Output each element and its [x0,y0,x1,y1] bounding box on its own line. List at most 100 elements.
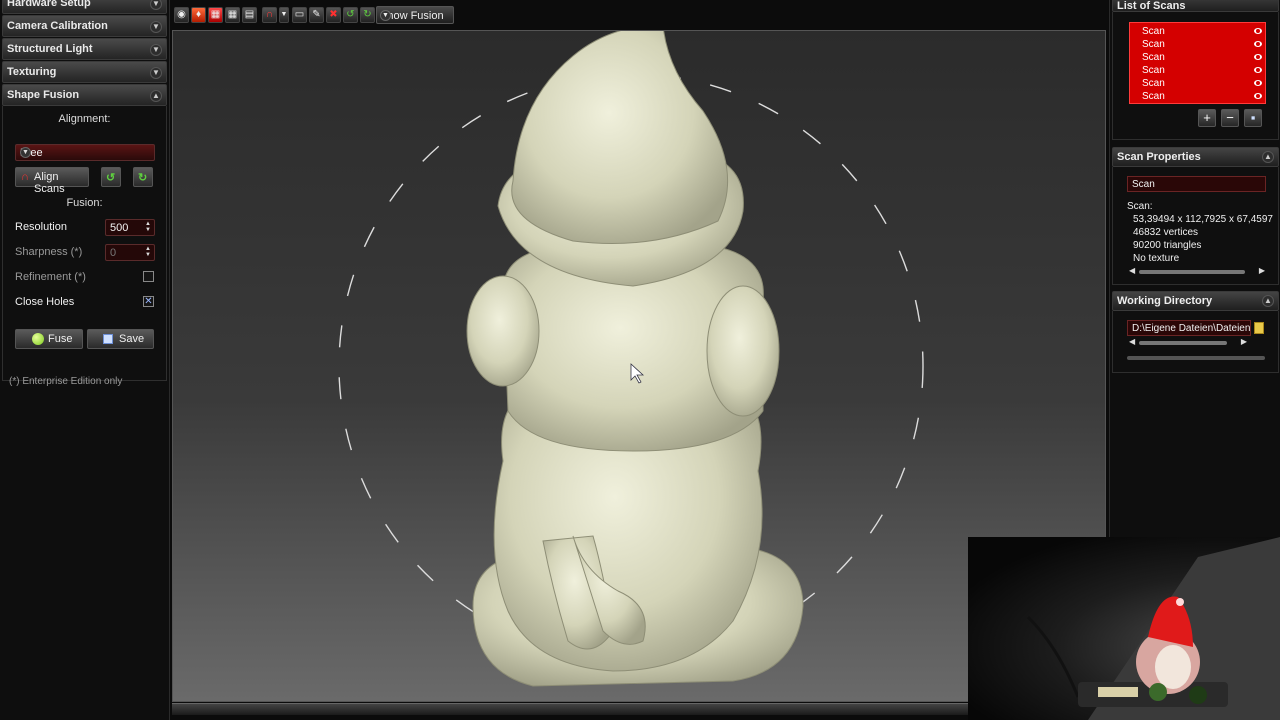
section-title: Structured Light [7,43,93,55]
visibility-eye-icon[interactable] [1254,93,1262,99]
fuse-button[interactable]: Fuse [15,329,83,349]
resolution-label: Resolution [15,221,67,233]
directory-scrollbar[interactable]: ◀ ▶ [1129,337,1247,346]
scroll-track[interactable] [1139,341,1227,345]
scan-label: Scan: [1127,201,1153,212]
section-hardware-setup[interactable]: Hardware Setup ▼ [2,0,167,14]
fuse-icon [32,333,44,345]
sharpness-input: 0 ▲ ▼ [105,244,155,261]
scroll-track[interactable] [1139,270,1245,274]
add-scan-button[interactable]: + [1198,109,1216,127]
working-directory-field[interactable]: D:\Eigene Dateien\Dateien [1127,320,1251,336]
scroll-left-icon[interactable]: ◀ [1129,337,1135,346]
list-of-scans-header[interactable]: List of Scans [1112,0,1279,12]
section-title: Shape Fusion [7,89,80,101]
visibility-eye-icon[interactable] [1254,28,1262,34]
save-button[interactable]: Save [87,329,154,349]
working-directory-value: D:\Eigene Dateien\Dateien [1132,323,1250,334]
section-structured-light[interactable]: Structured Light ▼ [2,38,167,60]
section-texturing[interactable]: Texturing ▼ [2,61,167,83]
webcam-image [1026,537,1280,720]
viewport-scrollbar[interactable] [172,703,1106,715]
chevron-up-icon: ▲ [150,90,162,102]
redo-icon[interactable]: ↻ [360,7,375,23]
working-directory-title: Working Directory [1117,295,1213,307]
chevron-down-icon: ▼ [150,44,162,56]
visibility-eye-icon[interactable] [1254,80,1262,86]
magnet-icon[interactable]: ∩ [262,7,277,23]
save-icon [103,334,113,344]
section-shape-fusion[interactable]: Shape Fusion ▲ [2,84,167,106]
list-item[interactable]: Scan [1142,26,1165,37]
close-holes-label: Close Holes [15,296,75,308]
chevron-up-icon: ▲ [1262,151,1274,163]
left-panel: Hardware Setup ▼ Camera Calibration ▼ St… [0,0,170,720]
list-of-scans-title: List of Scans [1117,0,1186,12]
scan-name-value: Scan [1132,179,1155,190]
refinement-label: Refinement (*) [15,271,86,283]
redo-icon: ↻ [138,172,148,184]
chevron-down-icon: ▼ [150,21,162,33]
sharpness-value: 0 [110,247,117,259]
3d-viewport[interactable] [172,30,1106,702]
brush-icon[interactable]: ✎ [309,7,324,23]
fusion-heading: Fusion: [66,197,103,209]
chevron-down-icon: ▼ [380,10,391,21]
working-directory-panel: D:\Eigene Dateien\Dateien ◀ ▶ [1112,311,1279,373]
alignment-select[interactable]: Free ▼ [15,144,155,161]
folder-icon[interactable] [1254,322,1264,334]
undo-icon[interactable]: ↺ [343,7,358,23]
scroll-left-icon[interactable]: ◀ [1129,266,1135,275]
spinner-arrows-icon: ▲ ▼ [145,246,151,258]
visibility-eye-icon[interactable] [1254,67,1262,73]
light-icon[interactable]: ♦ [191,7,206,23]
table-icon[interactable]: ▤ [242,7,257,23]
scan-properties-header[interactable]: Scan Properties ▲ [1112,147,1279,167]
list-item[interactable]: Scan [1142,52,1165,63]
scroll-right-icon[interactable]: ▶ [1259,266,1265,275]
enterprise-footnote: (*) Enterprise Edition only [9,376,123,387]
chevron-up-icon: ▲ [1262,295,1274,307]
save-label: Save [119,333,145,345]
section-camera-calibration[interactable]: Camera Calibration ▼ [2,15,167,37]
scroll-right-icon[interactable]: ▶ [1241,337,1247,346]
align-scans-button[interactable]: ∩ Align Scans [15,167,89,195]
fuse-label: Fuse [48,333,73,345]
properties-scrollbar[interactable]: ◀ ▶ [1129,266,1265,275]
list-item[interactable]: Scan [1142,65,1165,76]
chevron-down-icon: ▼ [20,147,31,158]
camera-icon[interactable]: ▭ [292,7,307,23]
close-holes-checkbox[interactable]: ✕ [143,296,154,307]
delete-icon[interactable]: ✖ [326,7,341,23]
refinement-checkbox [143,271,154,282]
scan-texture: No texture [1133,253,1180,264]
chevron-down-icon[interactable]: ▼ [279,7,289,23]
show-fusion-dropdown[interactable]: Show Fusion ▼ [376,6,454,24]
resolution-input[interactable]: 500 ▲ ▼ [105,219,155,236]
grid-red-icon[interactable]: ▦ [208,7,223,23]
remove-scan-button[interactable]: − [1221,109,1239,127]
shape-fusion-panel: Alignment: Free ▼ ∩ Align Scans ↺ ↻ Fusi… [2,106,167,387]
redo-alignment-button[interactable]: ↻ [133,167,153,187]
list-of-scans-panel: Scan Scan Scan Scan Scan Scan + − ▪ [1112,12,1279,140]
list-item[interactable]: Scan [1142,39,1165,50]
save-scan-icon[interactable]: ▪ [1244,109,1262,127]
scan-list[interactable]: Scan Scan Scan Scan Scan Scan [1129,22,1266,104]
section-title: Texturing [7,66,57,78]
spinner-arrows-icon[interactable]: ▲ ▼ [143,221,153,234]
scan-name-field[interactable]: Scan [1127,176,1266,192]
chevron-down-icon: ▼ [150,67,162,79]
eye-icon[interactable]: ◉ [174,7,189,23]
list-item[interactable]: Scan [1142,91,1165,102]
undo-icon: ↺ [106,172,116,184]
visibility-eye-icon[interactable] [1254,41,1262,47]
visibility-eye-icon[interactable] [1254,54,1262,60]
undo-alignment-button[interactable]: ↺ [101,167,121,187]
scan-triangles: 90200 triangles [1133,240,1202,251]
viewport-toolbar: ◉ ♦ ▦ ▦ ▤ ∩ ▼ ▭ ✎ ✖ ↺ ↻ Show Fusion ▼ [170,0,1108,30]
scan-properties-title: Scan Properties [1117,151,1201,163]
list-item[interactable]: Scan [1142,78,1165,89]
working-directory-header[interactable]: Working Directory ▲ [1112,291,1279,311]
grid-icon[interactable]: ▦ [225,7,240,23]
section-title: Camera Calibration [7,20,108,32]
